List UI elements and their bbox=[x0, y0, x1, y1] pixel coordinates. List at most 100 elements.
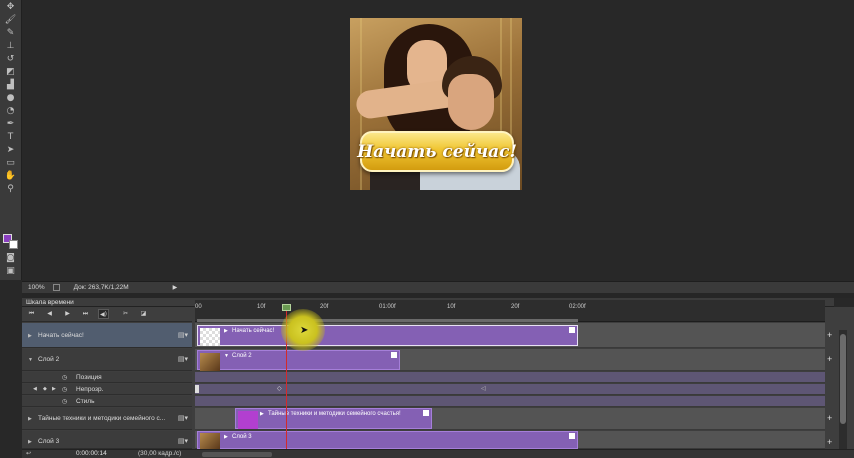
split-scissors-icon[interactable]: ✂ bbox=[120, 309, 131, 319]
layer-row-sloi2[interactable]: ▼ Слой 2 ▤▾ bbox=[22, 349, 192, 371]
property-row-position[interactable]: ◷ Позиция bbox=[22, 372, 192, 383]
stamp-icon[interactable]: ⊥ bbox=[4, 41, 17, 52]
transition-icon[interactable]: ◪ bbox=[138, 309, 149, 319]
work-area-bar[interactable] bbox=[197, 319, 578, 322]
clip-end-handle-icon[interactable] bbox=[391, 352, 397, 358]
prev-keyframe-icon[interactable]: ◀ bbox=[33, 386, 37, 392]
path-select-icon[interactable]: ➤ bbox=[4, 145, 17, 156]
clip-collapse-icon[interactable]: ▼ bbox=[224, 353, 229, 359]
timecode: 0:00:00:14 bbox=[76, 450, 107, 457]
zoom-slider[interactable] bbox=[202, 452, 272, 457]
bucket-icon[interactable]: ▟ bbox=[4, 80, 17, 91]
clip-sloi3[interactable]: ▶ Слой 3 bbox=[197, 431, 578, 449]
banner-image: Начать сейчас! bbox=[350, 18, 522, 190]
layer-name: Слой 3 bbox=[38, 438, 60, 445]
quick-mask-icon[interactable]: ◙ bbox=[4, 253, 17, 264]
render-video-icon[interactable]: ↩ bbox=[26, 450, 31, 457]
zoom-icon[interactable]: ⚲ bbox=[4, 184, 17, 195]
clip-sloi2[interactable]: ▼ Слой 2 bbox=[197, 350, 400, 371]
man-face bbox=[448, 74, 494, 130]
clip-thumbnail bbox=[238, 411, 258, 429]
zoom-level[interactable]: 100% bbox=[28, 284, 45, 291]
hand-icon[interactable]: ✋ bbox=[4, 171, 17, 182]
cta-text: Начать сейчас! bbox=[357, 141, 517, 162]
clip-end-handle-icon[interactable] bbox=[569, 327, 575, 333]
property-row-style[interactable]: ◷ Стиль bbox=[22, 396, 192, 407]
keyframe-start-icon[interactable] bbox=[195, 385, 199, 393]
layer-row-nachat[interactable]: ▶ Начать сейчас! ▤▾ bbox=[22, 323, 192, 348]
clip-nachat[interactable]: ▶ Начать сейчас! bbox=[197, 325, 578, 346]
tick-label: 20f bbox=[511, 304, 520, 310]
play-icon[interactable]: ▶ bbox=[62, 309, 73, 319]
clip-end-handle-icon[interactable] bbox=[569, 433, 575, 439]
type-icon[interactable]: T bbox=[4, 132, 17, 143]
status-bar: 100% Док: 263,7K/1,22M ▶ bbox=[22, 281, 854, 293]
add-media-plus-icon[interactable]: + bbox=[827, 413, 832, 423]
collapse-icon[interactable]: ▼ bbox=[28, 357, 33, 363]
layer-options-icon[interactable]: ▤▾ bbox=[178, 437, 188, 445]
stopwatch-icon[interactable]: ◷ bbox=[62, 398, 67, 405]
blur-icon[interactable]: ● bbox=[4, 93, 17, 104]
stopwatch-icon[interactable]: ◷ bbox=[62, 374, 67, 381]
eraser-icon[interactable]: ◩ bbox=[4, 67, 17, 78]
clip-label: Слой 3 bbox=[232, 434, 252, 440]
pencil-icon[interactable]: ✎ bbox=[4, 28, 17, 39]
next-keyframe-icon[interactable]: ▶ bbox=[52, 386, 56, 392]
stopwatch-icon[interactable]: ◷ bbox=[62, 386, 67, 393]
pen-icon[interactable]: ✒ bbox=[4, 119, 17, 130]
layer-options-icon[interactable]: ▤▾ bbox=[178, 414, 188, 422]
property-row-opacity[interactable]: ◀ ◆ ▶ ◷ Непрозр. bbox=[22, 384, 192, 395]
dodge-icon[interactable]: ◔ bbox=[4, 106, 17, 117]
layer-row-sloi3[interactable]: ▶ Слой 3 ▤▾ bbox=[22, 431, 192, 449]
playhead-handle[interactable] bbox=[282, 304, 291, 311]
status-options-icon[interactable] bbox=[52, 284, 60, 291]
expand-icon[interactable]: ▶ bbox=[28, 333, 32, 339]
add-media-plus-icon[interactable]: + bbox=[827, 437, 832, 447]
shape-icon[interactable]: ▭ bbox=[4, 158, 17, 169]
tick-label: 20f bbox=[320, 304, 329, 310]
track-position[interactable] bbox=[195, 372, 825, 383]
audio-icon[interactable]: ◀) bbox=[98, 309, 109, 319]
clip-thumbnail bbox=[200, 353, 220, 371]
layer-name: Слой 2 bbox=[38, 356, 60, 363]
layer-options-icon[interactable]: ▤▾ bbox=[178, 355, 188, 363]
keyframe-icon[interactable]: ◇ bbox=[277, 385, 282, 392]
background-color-swatch[interactable] bbox=[9, 240, 18, 249]
tools-panel: ✥ 🖌 ✎ ⊥ ↺ ◩ ▟ ● ◔ ✒ T ➤ ▭ ✋ ⚲ ◙ ▣ bbox=[0, 0, 22, 280]
track-sloi2: ▼ Слой 2 bbox=[195, 349, 825, 371]
first-frame-icon[interactable]: ⏮ bbox=[26, 309, 37, 319]
layer-row-tainye[interactable]: ▶ Тайные техники и методики семейного с.… bbox=[22, 408, 192, 430]
clip-thumbnail bbox=[200, 328, 220, 346]
screen-mode-icon[interactable]: ▣ bbox=[4, 266, 17, 277]
frame-rate: (30,00 кадр./с) bbox=[138, 450, 182, 457]
prev-frame-icon[interactable]: ◀ bbox=[44, 309, 55, 319]
keyframe-icon[interactable]: ◆ bbox=[43, 386, 47, 392]
clip-expand-icon[interactable]: ▶ bbox=[224, 328, 228, 334]
clip-expand-icon[interactable]: ▶ bbox=[260, 411, 264, 417]
brush-icon[interactable]: 🖌 bbox=[4, 15, 17, 26]
next-frame-icon[interactable]: ⏭ bbox=[80, 309, 91, 319]
clip-label: Тайные техники и методики семейного счас… bbox=[268, 411, 401, 417]
track-style[interactable] bbox=[195, 396, 825, 407]
keyframe-icon[interactable]: ◁ bbox=[481, 385, 486, 392]
layer-options-icon[interactable]: ▤▾ bbox=[178, 331, 188, 339]
clip-thumbnail bbox=[200, 433, 220, 449]
scrollbar-thumb[interactable] bbox=[840, 334, 846, 424]
cta-button: Начать сейчас! bbox=[357, 131, 517, 172]
timeline-title: Шкала времени bbox=[26, 299, 74, 306]
track-opacity[interactable]: ◇ ◁ bbox=[195, 384, 825, 395]
add-media-plus-icon[interactable]: + bbox=[827, 330, 832, 340]
clip-tainye[interactable]: ▶ Тайные техники и методики семейного сч… bbox=[235, 408, 432, 429]
expand-icon[interactable]: ▶ bbox=[28, 439, 32, 445]
clip-end-handle-icon[interactable] bbox=[423, 410, 429, 416]
status-menu-arrow-icon[interactable]: ▶ bbox=[173, 284, 178, 291]
mouse-cursor-icon: ➤ bbox=[300, 325, 309, 336]
history-brush-icon[interactable]: ↺ bbox=[4, 54, 17, 65]
doc-info: Док: 263,7K/1,22M bbox=[73, 284, 129, 291]
clip-expand-icon[interactable]: ▶ bbox=[224, 434, 228, 440]
timeline-footer: ↩ 0:00:00:14 (30,00 кадр./с) bbox=[22, 449, 854, 458]
move-tool-icon[interactable]: ✥ bbox=[4, 2, 17, 13]
add-media-plus-icon[interactable]: + bbox=[827, 354, 832, 364]
clip-label: Начать сейчас! bbox=[232, 328, 275, 334]
expand-icon[interactable]: ▶ bbox=[28, 416, 32, 422]
